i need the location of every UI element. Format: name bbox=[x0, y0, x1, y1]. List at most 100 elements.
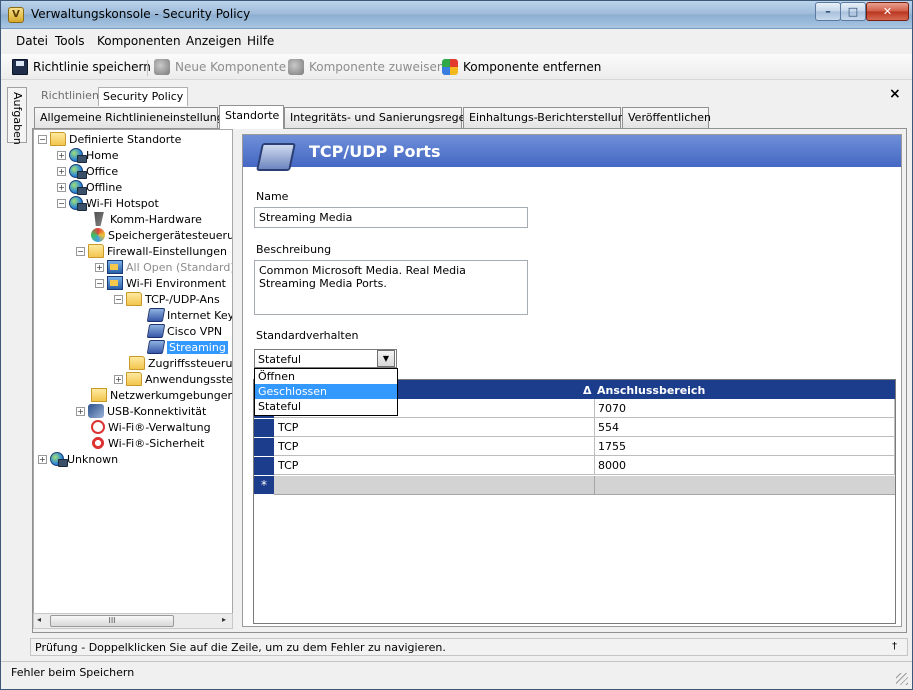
tree-item[interactable]: − Wi-Fi Hotspot bbox=[57, 195, 159, 211]
app-logo-icon: V bbox=[8, 7, 24, 23]
tree-item[interactable]: − Wi-Fi Environment bbox=[95, 275, 226, 291]
assign-component-button[interactable]: Komponente zuweisen bbox=[288, 58, 444, 76]
new-component-label: Neue Komponente bbox=[175, 60, 287, 74]
tree-item[interactable]: + All Open (Standard) bbox=[95, 259, 232, 275]
tree-item[interactable]: + USB-Konnektivität bbox=[76, 403, 206, 419]
tree-item-selected[interactable]: Streaming bbox=[146, 339, 228, 355]
resize-grip-icon[interactable] bbox=[896, 673, 908, 685]
option-open[interactable]: Öffnen bbox=[255, 369, 397, 384]
grid-cell-range[interactable]: 1755 bbox=[594, 437, 895, 456]
row-header[interactable] bbox=[254, 438, 274, 457]
row-header[interactable] bbox=[254, 419, 274, 438]
collapse-icon[interactable]: − bbox=[57, 198, 66, 208]
grid-cell-protocol[interactable]: TCP bbox=[274, 456, 595, 475]
description-field[interactable]: Common Microsoft Media. Real Media Strea… bbox=[254, 260, 528, 315]
option-closed[interactable]: Geschlossen bbox=[255, 384, 397, 399]
minimize-button[interactable]: – bbox=[815, 2, 841, 21]
tree-item[interactable]: + Unknown bbox=[38, 451, 118, 467]
tree-item[interactable]: Internet Key bbox=[146, 307, 232, 323]
save-policy-label: Richtlinie speichern bbox=[33, 60, 151, 74]
tree-horizontal-scrollbar[interactable]: ◂ III ▸ bbox=[33, 613, 233, 629]
pin-icon[interactable]: † bbox=[892, 641, 897, 652]
expand-icon[interactable]: + bbox=[57, 166, 66, 176]
grid-cell-range[interactable]: 7070 bbox=[594, 399, 895, 418]
tree-item[interactable]: + Office bbox=[57, 163, 118, 179]
tab-compliance-reporting[interactable]: Einhaltungs-Berichterstellung bbox=[463, 107, 632, 128]
port-icon bbox=[146, 324, 166, 338]
name-field[interactable]: Streaming Media bbox=[254, 207, 528, 228]
toolbar-separator bbox=[147, 60, 148, 76]
scroll-right-icon[interactable]: ▸ bbox=[222, 615, 226, 624]
collapse-icon[interactable]: − bbox=[114, 294, 123, 304]
close-document-button[interactable]: × bbox=[889, 86, 901, 102]
tree-item[interactable]: − Definierte Standorte bbox=[38, 131, 181, 147]
tree-item[interactable]: Cisco VPN bbox=[146, 323, 222, 339]
grid-cell-protocol[interactable]: TCP bbox=[274, 437, 595, 456]
tree-item[interactable]: − TCP-/UDP-Ans bbox=[114, 291, 220, 307]
tree-item[interactable]: + Anwendungsste bbox=[114, 371, 232, 387]
remove-component-button[interactable]: Komponente entfernen bbox=[442, 58, 601, 76]
tree-item[interactable]: + Offline bbox=[57, 179, 122, 195]
expand-icon[interactable]: + bbox=[38, 454, 47, 464]
menu-datei[interactable]: Datei bbox=[16, 34, 48, 48]
menu-anzeigen[interactable]: Anzeigen bbox=[186, 34, 241, 48]
menu-bar: Datei Tools Komponenten Anzeigen Hilfe bbox=[1, 30, 912, 52]
default-behavior-select[interactable]: Stateful bbox=[254, 349, 397, 368]
tab-richtlinien[interactable]: Richtlinien bbox=[37, 87, 103, 106]
firewall-icon bbox=[107, 260, 123, 274]
column-header-port-range[interactable]: Anschlussbereich bbox=[597, 384, 705, 397]
assign-component-icon bbox=[288, 59, 304, 75]
tree-item[interactable]: Speichergerätesteuerun bbox=[91, 227, 232, 243]
maximize-button[interactable]: □ bbox=[840, 2, 866, 21]
collapse-icon[interactable]: − bbox=[38, 134, 47, 144]
tree-item[interactable]: Zugriffssteuerun bbox=[129, 355, 232, 371]
option-stateful[interactable]: Stateful bbox=[255, 399, 397, 414]
tab-security-policy[interactable]: Security Policy bbox=[98, 87, 189, 106]
new-row-cell[interactable] bbox=[595, 476, 895, 495]
scroll-left-icon[interactable]: ◂ bbox=[37, 615, 41, 624]
tasks-side-tab[interactable]: Aufgaben bbox=[7, 87, 27, 145]
new-row-cell[interactable] bbox=[274, 476, 595, 495]
globe-icon bbox=[69, 180, 87, 195]
grid-cell-range[interactable]: 554 bbox=[594, 418, 895, 437]
row-header[interactable] bbox=[254, 457, 274, 476]
tree-item[interactable]: Wi-Fi®-Sicherheit bbox=[91, 435, 204, 451]
expand-icon[interactable]: + bbox=[57, 182, 66, 192]
menu-hilfe[interactable]: Hilfe bbox=[247, 34, 274, 48]
close-window-button[interactable]: ✕ bbox=[866, 2, 909, 21]
expand-icon[interactable]: + bbox=[95, 262, 104, 272]
save-disk-icon bbox=[12, 59, 28, 75]
grid-cell-range[interactable]: 8000 bbox=[594, 456, 895, 475]
tree-item[interactable]: Wi-Fi®-Verwaltung bbox=[91, 419, 211, 435]
grid-cell-protocol[interactable]: TCP bbox=[274, 418, 595, 437]
tree-item[interactable]: Netzwerkumgebungen bbox=[91, 387, 232, 403]
tree-item[interactable]: + Home bbox=[57, 147, 118, 163]
expand-icon[interactable]: + bbox=[76, 406, 85, 416]
collapse-icon[interactable]: − bbox=[76, 246, 85, 256]
tab-general-settings[interactable]: Allgemeine Richtlinieneinstellungen bbox=[34, 107, 237, 128]
new-row-marker[interactable]: * bbox=[254, 476, 274, 495]
tree-item[interactable]: Komm-Hardware bbox=[91, 211, 202, 227]
tab-publish[interactable]: Veröffentlichen bbox=[622, 107, 711, 128]
folder-icon bbox=[126, 372, 142, 386]
menu-komponenten[interactable]: Komponenten bbox=[97, 34, 181, 48]
collapse-icon[interactable]: − bbox=[95, 278, 104, 288]
scrollbar-thumb[interactable]: III bbox=[50, 615, 174, 627]
folder-open-icon bbox=[126, 292, 142, 306]
sort-ascending-icon[interactable]: Δ bbox=[583, 384, 592, 397]
tree-item[interactable]: − Firewall-Einstellungen bbox=[76, 243, 227, 259]
new-component-button[interactable]: Neue Komponente bbox=[154, 58, 286, 76]
location-tree[interactable]: − Definierte Standorte + Home + Office +… bbox=[33, 129, 233, 628]
expand-icon[interactable]: + bbox=[57, 150, 66, 160]
expand-icon[interactable]: + bbox=[114, 374, 123, 384]
port-icon bbox=[146, 308, 166, 322]
tab-integrity-rules[interactable]: Integritäts- und Sanierungsregeln bbox=[284, 107, 475, 128]
toolbar: Richtlinie speichern Neue Komponente Kom… bbox=[1, 54, 912, 80]
menu-tools[interactable]: Tools bbox=[55, 34, 85, 48]
dropdown-arrow-icon[interactable]: ▼ bbox=[377, 350, 395, 367]
save-policy-button[interactable]: Richtlinie speichern bbox=[12, 58, 151, 76]
default-behavior-dropdown[interactable]: Öffnen Geschlossen Stateful bbox=[254, 368, 398, 416]
validation-bar[interactable]: Prüfung - Doppelklicken Sie auf die Zeil… bbox=[30, 638, 908, 656]
tab-locations[interactable]: Standorte bbox=[219, 105, 284, 129]
title-bar[interactable]: V Verwaltungskonsole - Security Policy –… bbox=[1, 1, 912, 29]
